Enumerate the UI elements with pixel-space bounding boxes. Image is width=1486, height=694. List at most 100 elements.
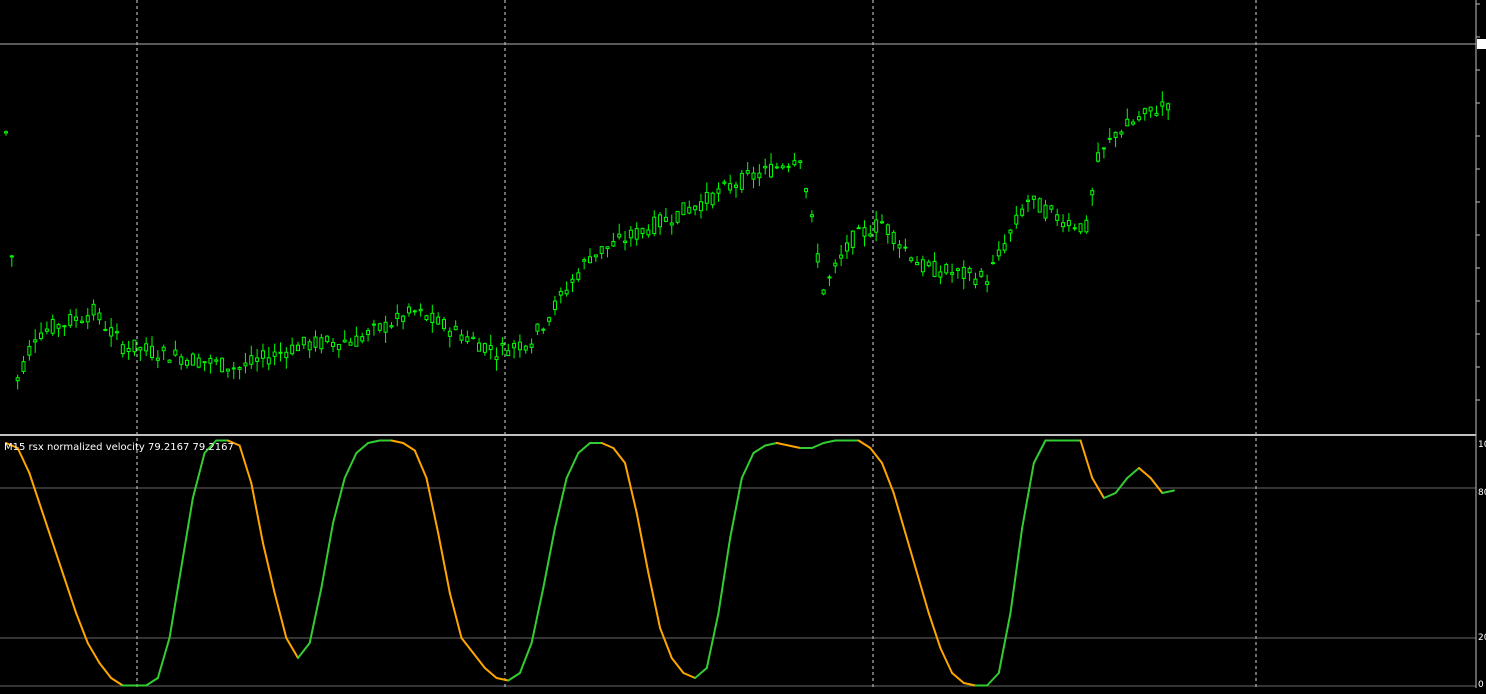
candle-body [132,339,137,353]
candle-body [185,359,190,366]
candle-body [1084,219,1089,233]
indicator-segment [460,637,475,654]
candle-body [290,344,295,355]
candle-body [926,261,931,267]
candle-body [56,324,61,329]
candle-body [734,184,738,188]
candle-body [558,290,563,296]
indicator-segment [156,637,171,679]
candle-body [1061,222,1066,228]
candle-body [1055,214,1060,221]
indicator-levels [0,487,1476,687]
candle-body [21,361,26,372]
indicator-segment [51,542,66,579]
candle-body [114,331,119,334]
indicator-segment [507,672,521,682]
indicator-segment [261,542,276,594]
indicator-segment [997,612,1012,674]
indicator-segment [191,452,206,499]
candle-body [296,344,300,352]
candle-body [395,312,400,319]
indicator-segment [694,667,708,679]
indicator-segment [28,472,43,509]
indicator-segment [553,477,568,529]
candle-body [990,262,995,265]
indicator-segment [857,439,872,449]
indicator-segment [1126,467,1140,479]
indicator-segment [939,647,954,674]
candle-body [1166,103,1171,111]
candle-body [144,343,149,352]
indicator-segment [86,642,101,664]
candle-body [307,341,312,351]
candle-body [593,254,598,258]
indicator-segment [577,442,591,454]
candle-body [582,259,587,262]
candle-body [465,336,470,343]
indicator-segment [986,672,1000,687]
candle-body [383,321,388,333]
indicator-segment [764,442,778,447]
indicator-segment [320,522,335,589]
candle-body [681,202,686,216]
candle-body [202,361,207,364]
indicator-segment [810,442,825,449]
candle-body [1026,199,1030,203]
trading-chart: M15 rsx normalized velocity 79.2167 79.2… [0,0,1486,690]
candle-body [757,172,762,179]
candle-body [944,264,949,274]
candle-body [4,131,8,134]
candle-body [599,246,604,254]
candle-body [109,327,114,337]
indicator-segment [413,449,428,479]
candle-body [909,257,914,262]
indicator-segment [1149,477,1164,494]
candle-body [161,346,166,352]
candle-body [786,165,791,168]
candle-body [331,341,336,347]
candle-body [471,336,476,340]
candle-body [827,276,832,279]
indicator-segment [951,672,965,684]
candle-body [617,233,622,238]
indicator-axis-label: 80 [1478,488,1486,498]
indicator-segment [705,612,720,669]
candle-body [628,229,633,239]
indicator-segment [180,497,194,569]
price-axis[interactable] [1475,0,1486,688]
candle-body [453,325,458,331]
candle-body [769,163,774,178]
candle-body [821,289,826,295]
candle-body [79,320,84,324]
candle-body [512,342,517,349]
candle-body [932,261,937,277]
candle-body [97,312,102,321]
candle-body [243,362,248,367]
candle-body [605,246,610,250]
candle-body [225,368,230,372]
indicator-segment [402,442,416,452]
candle-body [529,343,534,348]
candle-body [897,244,902,249]
indicator-segment [682,672,697,679]
candle-body [815,253,820,263]
candle-body [880,221,884,224]
candle-body [915,262,920,266]
candle-body [547,317,552,322]
candle-body [173,349,178,356]
candle-body [868,233,873,237]
candle-body [687,206,692,214]
indicator-segment [238,444,253,484]
indicator-segment [869,447,883,464]
candle-body [517,341,522,351]
candle-body [523,345,528,351]
candle-body [325,335,330,343]
candle-body [301,336,306,346]
candle-body [722,181,727,184]
candle-body [745,170,750,174]
candle-body [167,359,172,363]
candle-body [1090,190,1095,196]
candle-body [996,249,1001,257]
candle-body [1043,204,1048,219]
indicator-axis-label: 0 [1478,680,1484,690]
